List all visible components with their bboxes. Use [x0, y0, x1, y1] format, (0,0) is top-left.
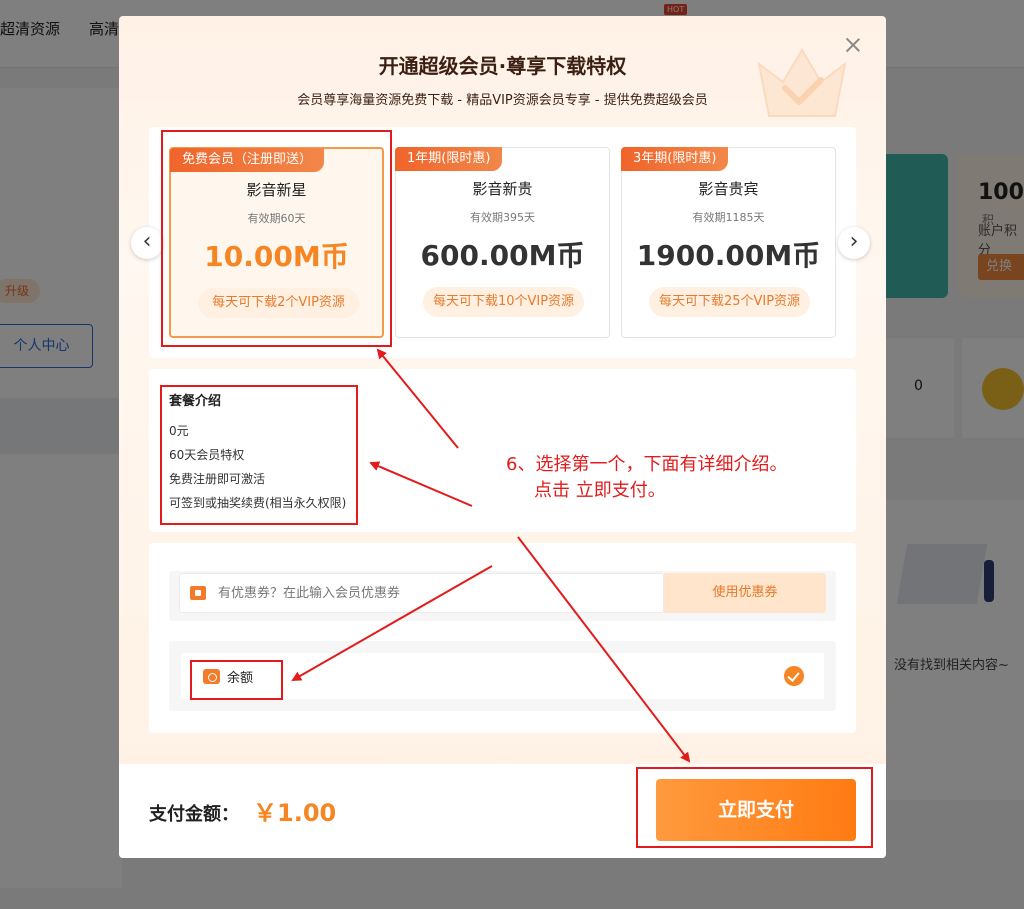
chevron-left-icon[interactable]: ‹	[131, 227, 163, 259]
modal-title: 开通超级会员·尊享下载特权	[378, 54, 627, 78]
plan-validity: 有效期395天	[470, 211, 535, 224]
plan-price: 600.00M币	[420, 239, 585, 272]
check-circle-icon	[784, 666, 804, 686]
coupon-row: 使用优惠券	[169, 571, 836, 621]
annotation-box-intro	[160, 385, 358, 525]
payment-options-panel: 使用优惠券 余额	[149, 543, 856, 733]
plan-tag: 3年期(限时惠)	[621, 147, 729, 171]
plan-name: 影音贵宾	[698, 180, 759, 198]
plan-validity: 有效期1185天	[692, 211, 765, 224]
crown-decoration-icon	[757, 48, 847, 117]
chevron-right-icon[interactable]: ›	[838, 227, 870, 259]
modal-subtitle: 会员尊享海量资源免费下载 - 精品VIP资源会员专享 - 提供免费超级会员	[297, 93, 708, 108]
coupon-input[interactable]	[218, 574, 658, 612]
annotation-text-line1: 6、选择第一个，下面有详细介绍。	[506, 454, 788, 475]
annotation-box-balance	[190, 660, 283, 700]
amount-label: 支付金额：	[149, 804, 239, 825]
annotation-box-pay	[636, 767, 873, 848]
plan-perk: 每天可下载10个VIP资源	[423, 287, 584, 317]
use-coupon-button[interactable]: 使用优惠券	[664, 573, 826, 613]
annotation-box-plan	[161, 130, 392, 347]
amount-value: ￥1.00	[253, 799, 337, 827]
plan-card-noble[interactable]: 1年期(限时惠) 影音新贵 有效期395天 600.00M币 每天可下载10个V…	[395, 147, 610, 338]
plan-tag: 1年期(限时惠)	[395, 147, 503, 171]
plan-name: 影音新贵	[472, 180, 533, 198]
plan-perk: 每天可下载25个VIP资源	[649, 287, 810, 317]
annotation-text-line2: 点击 立即支付。	[534, 480, 666, 501]
coupon-field	[179, 573, 664, 613]
plan-price: 1900.00M币	[636, 239, 821, 272]
plan-card-vip[interactable]: 3年期(限时惠) 影音贵宾 有效期1185天 1900.00M币 每天可下载25…	[621, 147, 836, 338]
ticket-icon	[190, 586, 206, 600]
